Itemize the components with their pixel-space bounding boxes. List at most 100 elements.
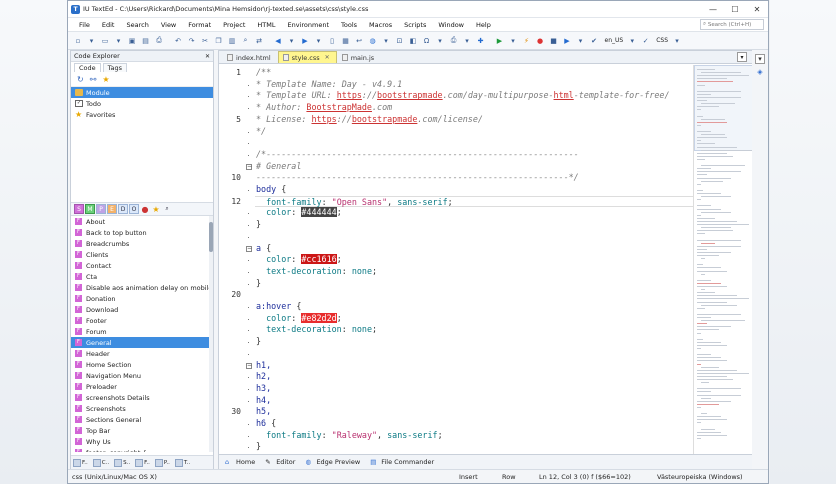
symbol-list-item[interactable]: Fscreenshots Details bbox=[71, 392, 213, 403]
symbol-list-item[interactable]: F Cta bbox=[71, 271, 213, 282]
code-line[interactable]: color: #444444; bbox=[256, 207, 342, 219]
filter-elements-button[interactable]: E bbox=[107, 204, 117, 214]
code-line[interactable]: /** bbox=[256, 67, 271, 79]
close-button[interactable]: ✕ bbox=[746, 5, 768, 14]
menu-scripts[interactable]: Scripts bbox=[398, 21, 432, 29]
symbol-list-item[interactable]: F Why Us bbox=[71, 436, 213, 447]
tab-list-dropdown[interactable]: ▾ bbox=[737, 52, 747, 62]
symbol-list-item[interactable]: F General bbox=[71, 337, 213, 348]
filter-selectors-button[interactable]: S bbox=[74, 204, 84, 214]
global-search-input[interactable]: ⌕ Search (Ctrl+H) bbox=[700, 19, 764, 30]
word-wrap-icon[interactable]: ↩ bbox=[353, 35, 365, 47]
code-line[interactable]: * Author: BootstrapMade.com bbox=[256, 102, 392, 114]
record-macro-icon[interactable]: ● bbox=[534, 35, 546, 47]
symbol-list-item[interactable]: F Header bbox=[71, 348, 213, 359]
chevron-down-icon[interactable]: ▾ bbox=[755, 54, 765, 64]
menu-edit[interactable]: Edit bbox=[96, 21, 121, 29]
symbol-list-item[interactable]: F Back to top button bbox=[71, 227, 213, 238]
symbol-list-item[interactable]: F Disable aos animation delay on mobile bbox=[71, 282, 213, 293]
color-picker-icon[interactable]: ◧ bbox=[407, 35, 419, 47]
menu-macros[interactable]: Macros bbox=[363, 21, 398, 29]
symbol-list-item[interactable]: F Home Section bbox=[71, 359, 213, 370]
symbol-list-item[interactable]: F Donation bbox=[71, 293, 213, 304]
code-line[interactable]: font-family: "Open Sans", sans-serif; bbox=[255, 195, 694, 208]
color-palette-icon[interactable]: ◈ bbox=[755, 68, 765, 78]
fold-toggle-icon[interactable]: − bbox=[246, 163, 252, 170]
code-line[interactable]: h3, bbox=[256, 383, 271, 395]
code-line[interactable]: h4, bbox=[256, 395, 271, 407]
favorite-star-icon[interactable]: ★ bbox=[102, 75, 109, 84]
menu-file[interactable]: File bbox=[73, 21, 96, 29]
menu-help[interactable]: Help bbox=[470, 21, 497, 29]
code-line[interactable]: } bbox=[256, 278, 261, 290]
back-arrow-icon[interactable]: ◀ bbox=[272, 35, 284, 47]
bookmark-icon[interactable]: ▯ bbox=[326, 35, 338, 47]
link-icon[interactable]: ⚯ bbox=[90, 75, 97, 84]
code-line[interactable]: color: #cc1616; bbox=[256, 254, 342, 266]
menu-search[interactable]: Search bbox=[120, 21, 154, 29]
code-line[interactable]: /*--------------------------------------… bbox=[256, 149, 579, 161]
symbol-list-item[interactable]: F Breadcrumbs bbox=[71, 238, 213, 249]
symbol-list-item[interactable]: F Contact bbox=[71, 260, 213, 271]
scrollbar-thumb[interactable] bbox=[209, 222, 213, 252]
bottom-tab-1[interactable]: F.. bbox=[73, 458, 88, 467]
play-macro-icon[interactable]: ▶ bbox=[561, 35, 573, 47]
file-tab-main-js[interactable]: main.js bbox=[337, 51, 382, 63]
code-line[interactable]: font-family: "Raleway", sans-serif; bbox=[256, 430, 443, 442]
find-icon[interactable]: ⌕ bbox=[240, 35, 252, 47]
chevron-down-icon[interactable]: ▾ bbox=[507, 35, 519, 47]
code-line[interactable]: a:hover { bbox=[256, 301, 301, 313]
code-line[interactable]: color: #e82d2d; bbox=[256, 312, 342, 325]
tree-item-module[interactable]: Module bbox=[71, 87, 213, 98]
file-tab-style-css[interactable]: style.css ✕ bbox=[277, 51, 337, 63]
bottom-tab-2[interactable]: C.. bbox=[92, 458, 109, 467]
menu-format[interactable]: Format bbox=[182, 21, 217, 29]
code-line[interactable]: h1, bbox=[256, 360, 271, 372]
paste-icon[interactable]: ▥ bbox=[226, 35, 238, 47]
symbol-list-item[interactable]: F Download bbox=[71, 304, 213, 315]
code-line[interactable]: * Template URL: https://bootstrapmade.co… bbox=[256, 90, 670, 102]
symbol-list-item[interactable]: F Top Bar bbox=[71, 425, 213, 436]
code-line[interactable]: ----------------------------------------… bbox=[256, 172, 579, 184]
symbol-list-item[interactable]: Ffooter .copyright { bbox=[71, 447, 213, 452]
chevron-down-icon[interactable]: ▾ bbox=[434, 35, 446, 47]
bottom-tab-5[interactable]: P.. bbox=[154, 458, 170, 467]
code-line[interactable]: h6 { bbox=[256, 418, 276, 430]
chevron-down-icon[interactable]: ▾ bbox=[313, 35, 325, 47]
symbol-list-item[interactable]: F About bbox=[71, 216, 213, 227]
code-line[interactable]: body { bbox=[256, 184, 286, 196]
code-line[interactable]: text-decoration: none; bbox=[256, 266, 377, 278]
open-folder-icon[interactable]: ▭ bbox=[99, 35, 111, 47]
browser-globe-icon[interactable]: ◍ bbox=[367, 35, 379, 47]
symbol-list-item[interactable]: F Screenshots bbox=[71, 403, 213, 414]
code-line[interactable]: } bbox=[256, 441, 261, 453]
chevron-down-icon[interactable]: ▾ bbox=[626, 35, 638, 47]
search-icon[interactable]: ⌕ bbox=[162, 204, 172, 214]
symbol-list-item[interactable]: F Navigation Menu bbox=[71, 370, 213, 381]
new-file-icon[interactable]: ▫ bbox=[72, 35, 84, 47]
refresh-icon[interactable]: ↻ bbox=[77, 75, 84, 84]
menu-environment[interactable]: Environment bbox=[282, 21, 336, 29]
code-line[interactable]: * Template Name: Day - v4.9.1 bbox=[256, 79, 402, 91]
menu-tools[interactable]: Tools bbox=[335, 21, 363, 29]
chevron-down-icon[interactable]: ▾ bbox=[380, 35, 392, 47]
cut-icon[interactable]: ✂ bbox=[199, 35, 211, 47]
bottom-tab-4[interactable]: F.. bbox=[135, 458, 150, 467]
menu-view[interactable]: View bbox=[155, 21, 182, 29]
save-all-icon[interactable]: ▤ bbox=[140, 35, 152, 47]
symbol-list-item[interactable]: F Footer bbox=[71, 315, 213, 326]
code-line[interactable]: */ bbox=[256, 126, 266, 138]
view-tab-editor[interactable]: ✎ Editor bbox=[265, 458, 295, 466]
print-icon[interactable]: ⎙ bbox=[153, 35, 165, 47]
code-line[interactable]: h2, bbox=[256, 371, 271, 383]
run-icon[interactable]: ▶ bbox=[494, 35, 506, 47]
chevron-down-icon[interactable]: ▾ bbox=[86, 35, 98, 47]
omega-char-icon[interactable]: Ω bbox=[421, 35, 433, 47]
symbol-list-scrollbar[interactable] bbox=[209, 216, 213, 452]
menu-window[interactable]: Window bbox=[432, 21, 470, 29]
lightning-icon[interactable]: ⚡ bbox=[521, 35, 533, 47]
view-tab-edge-preview[interactable]: ◍ Edge Preview bbox=[305, 458, 360, 466]
code-line[interactable]: a { bbox=[256, 243, 271, 255]
syntax-select[interactable]: CSS bbox=[656, 37, 668, 44]
panel-toggle-icon[interactable]: ▦ bbox=[340, 35, 352, 47]
